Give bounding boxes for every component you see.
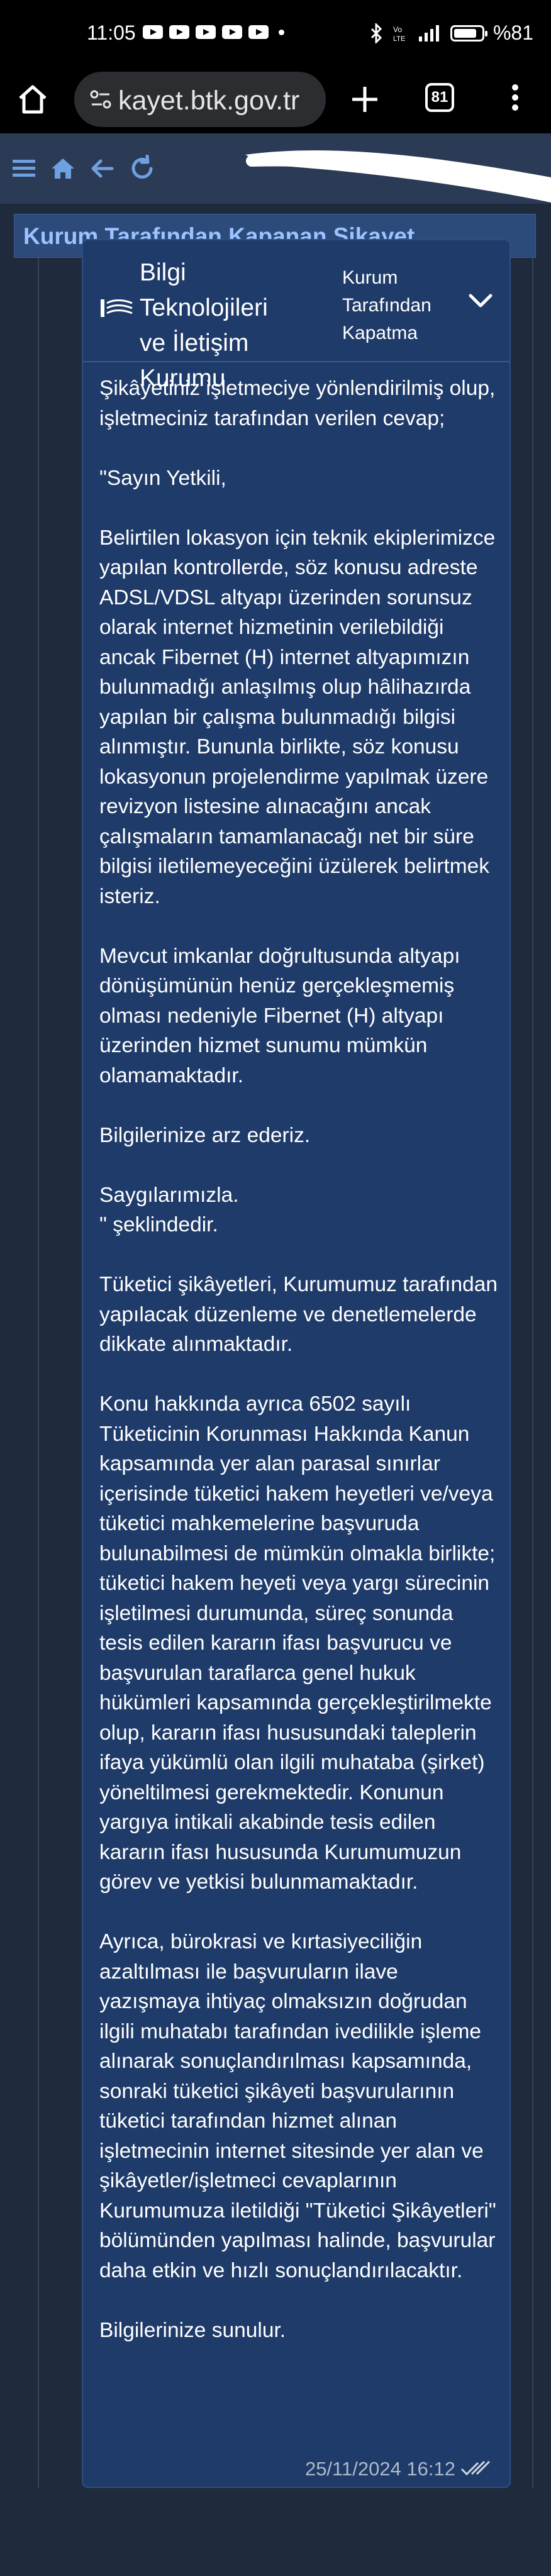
page-footer-area xyxy=(0,2488,551,2576)
signal-icon xyxy=(418,25,439,42)
system-indicators: Vo LTE %81 xyxy=(370,21,533,45)
redaction-scribble xyxy=(245,150,551,203)
btk-logo-icon xyxy=(101,299,133,317)
youtube-notification-icon xyxy=(169,25,189,39)
svg-text:LTE: LTE xyxy=(393,35,405,43)
hamburger-menu-icon[interactable] xyxy=(10,155,38,182)
overflow-menu-icon[interactable] xyxy=(511,80,520,118)
clock: 11:05 xyxy=(87,21,136,44)
home-nav-icon[interactable] xyxy=(49,155,77,182)
message-timestamp: 25/11/2024 16:12 xyxy=(304,2458,455,2480)
tab-switcher-button[interactable]: 81 xyxy=(425,83,454,112)
refresh-icon[interactable] xyxy=(128,155,156,182)
right-divider xyxy=(532,258,533,2576)
closure-status: Kurum Tarafından Kapatma xyxy=(342,267,431,343)
complaint-response-card: Bilgi Teknolojileri ve İletişim Kurumu K… xyxy=(82,239,511,2488)
battery-percent: %81 xyxy=(493,21,533,44)
youtube-notification-icon xyxy=(222,25,242,39)
youtube-notification-icon xyxy=(248,25,269,39)
site-settings-icon[interactable] xyxy=(88,87,113,112)
address-bar[interactable]: kayet.btk.gov.tr xyxy=(74,72,326,127)
youtube-notification-icon xyxy=(143,25,163,39)
url-text[interactable]: kayet.btk.gov.tr xyxy=(118,86,299,116)
chevron-down-icon[interactable] xyxy=(467,292,494,311)
more-notifications-icon xyxy=(279,29,284,35)
status-bar: 11:05 Vo LTE %81 xyxy=(0,0,551,65)
svg-text:Vo: Vo xyxy=(393,25,402,34)
browser-toolbar: kayet.btk.gov.tr 81 xyxy=(0,65,551,133)
youtube-notification-icon xyxy=(196,25,216,39)
home-icon[interactable] xyxy=(16,83,49,116)
battery-icon xyxy=(450,25,487,42)
double-check-icon xyxy=(460,2460,491,2476)
notification-icons xyxy=(143,25,284,39)
bluetooth-icon xyxy=(370,23,382,43)
left-divider xyxy=(38,258,39,2576)
new-tab-icon[interactable] xyxy=(348,83,381,116)
volte-icon: VoLTE xyxy=(393,25,405,43)
back-arrow-icon[interactable] xyxy=(88,155,116,182)
response-message: Şikâyetiniz işletmeciye yönlendirilmiş o… xyxy=(99,377,498,2342)
card-header[interactable]: Bilgi Teknolojileri ve İletişim Kurumu K… xyxy=(83,240,509,392)
